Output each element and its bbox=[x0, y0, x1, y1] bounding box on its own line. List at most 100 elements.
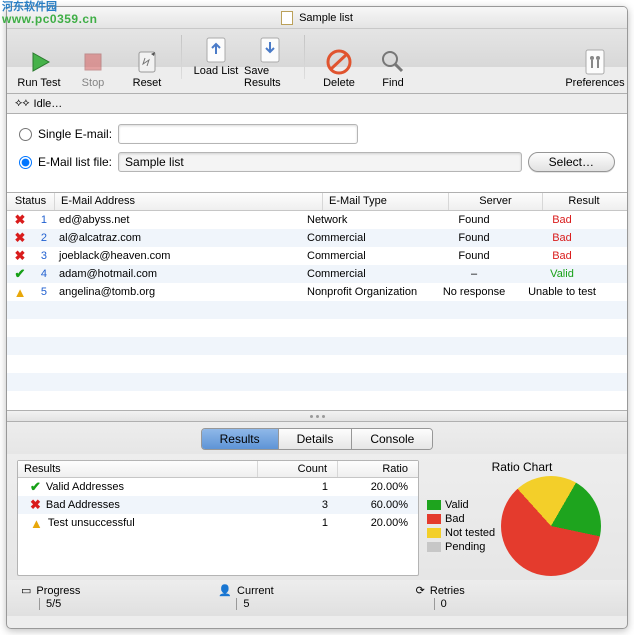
x-icon: ✖ bbox=[15, 248, 26, 263]
pie-chart bbox=[501, 476, 601, 576]
tabs-row: Results Details Console bbox=[7, 422, 627, 454]
row-number: 3 bbox=[33, 249, 53, 263]
reset-icon bbox=[132, 47, 162, 77]
rcol-count[interactable]: Count bbox=[258, 461, 338, 477]
document-icon bbox=[281, 11, 293, 25]
x-icon: ✖ bbox=[30, 497, 41, 513]
table-row[interactable]: ✔ 4 adam@hotmail.com Commercial – Valid bbox=[7, 265, 627, 283]
upload-icon bbox=[201, 35, 231, 65]
col-result[interactable]: Result bbox=[543, 193, 625, 210]
x-icon: ✖ bbox=[15, 212, 26, 227]
col-server[interactable]: Server bbox=[449, 193, 543, 210]
row-result: Unable to test bbox=[521, 285, 603, 299]
single-email-input[interactable] bbox=[118, 124, 358, 144]
preferences-button[interactable]: Preferences bbox=[569, 45, 621, 91]
splitter-handle[interactable] bbox=[7, 411, 627, 422]
warning-icon: ▲ bbox=[30, 516, 43, 531]
row-number: 2 bbox=[33, 231, 53, 245]
search-icon bbox=[378, 47, 408, 77]
row-number: 5 bbox=[33, 285, 53, 299]
table-body: ✖ 1 ed@abyss.net Network Found Bad ✖ 2 a… bbox=[7, 211, 627, 409]
save-results-button[interactable]: Save Results bbox=[244, 33, 296, 91]
select-file-button[interactable]: Select… bbox=[528, 152, 615, 172]
progress-icon: ▭ bbox=[21, 584, 31, 597]
current-value: 5 bbox=[236, 598, 415, 610]
email-table: Status E-Mail Address E-Mail Type Server… bbox=[7, 193, 627, 411]
legend-item: Pending bbox=[427, 541, 495, 553]
summary-row[interactable]: ▲Test unsuccessful 1 20.00% bbox=[18, 514, 418, 532]
progress-metric: ▭Progress 5/5 bbox=[21, 584, 218, 610]
table-row-empty bbox=[7, 301, 627, 319]
row-email: angelina@tomb.org bbox=[53, 285, 301, 299]
row-number: 4 bbox=[33, 267, 53, 281]
person-icon: 👤 bbox=[218, 584, 232, 597]
table-row-empty bbox=[7, 319, 627, 337]
run-test-button[interactable]: Run Test bbox=[13, 45, 65, 91]
bottom-pane: Results Count Ratio ✔Valid Addresses 1 2… bbox=[7, 454, 627, 580]
row-type: Commercial bbox=[301, 231, 427, 245]
row-result: Valid bbox=[521, 267, 603, 281]
row-email: ed@abyss.net bbox=[53, 213, 301, 227]
table-row[interactable]: ✖ 3 joeblack@heaven.com Commercial Found… bbox=[7, 247, 627, 265]
summary-row[interactable]: ✔Valid Addresses 1 20.00% bbox=[18, 478, 418, 496]
reset-button[interactable]: Reset bbox=[121, 45, 173, 91]
row-email: adam@hotmail.com bbox=[53, 267, 301, 281]
progress-value: 5/5 bbox=[39, 598, 218, 610]
tab-console[interactable]: Console bbox=[352, 429, 432, 449]
find-button[interactable]: Find bbox=[367, 45, 419, 91]
load-list-button[interactable]: Load List bbox=[190, 33, 242, 91]
window-title: Sample list bbox=[299, 12, 353, 24]
row-type: Commercial bbox=[301, 267, 427, 281]
col-email[interactable]: E-Mail Address bbox=[55, 193, 323, 210]
delete-button[interactable]: Delete bbox=[313, 45, 365, 91]
row-result: Bad bbox=[521, 249, 603, 263]
row-result: Bad bbox=[521, 231, 603, 245]
table-row-empty bbox=[7, 373, 627, 391]
file-list-label: E-Mail list file: bbox=[38, 155, 112, 169]
refresh-icon: ⟳ bbox=[416, 584, 425, 597]
row-type: Nonprofit Organization bbox=[301, 285, 427, 299]
switches-icon bbox=[580, 47, 610, 77]
row-email: joeblack@heaven.com bbox=[53, 249, 301, 263]
legend-item: Not tested bbox=[427, 527, 495, 539]
check-icon: ✔ bbox=[15, 266, 26, 281]
x-icon: ✖ bbox=[15, 230, 26, 245]
app-window: Sample list Run Test Stop Reset Load Lis… bbox=[6, 6, 628, 629]
ratio-chart-pane: Ratio Chart ValidBadNot testedPending bbox=[427, 460, 617, 576]
warning-icon: ▲ bbox=[14, 285, 27, 300]
single-email-label: Single E-mail: bbox=[38, 127, 112, 141]
table-row-empty bbox=[7, 355, 627, 373]
tab-results[interactable]: Results bbox=[202, 429, 279, 449]
file-list-input[interactable] bbox=[118, 152, 522, 172]
toolbar: Run Test Stop Reset Load List Save Resul… bbox=[7, 29, 627, 94]
titlebar[interactable]: Sample list bbox=[7, 7, 627, 29]
col-status[interactable]: Status bbox=[7, 193, 55, 210]
row-server: No response bbox=[427, 285, 521, 299]
results-summary-table: Results Count Ratio ✔Valid Addresses 1 2… bbox=[17, 460, 419, 576]
col-type[interactable]: E-Mail Type bbox=[323, 193, 449, 210]
table-row[interactable]: ✖ 2 al@alcatraz.com Commercial Found Bad bbox=[7, 229, 627, 247]
single-email-radio[interactable] bbox=[19, 128, 32, 141]
summary-row[interactable]: ✖Bad Addresses 3 60.00% bbox=[18, 496, 418, 514]
table-row[interactable]: ✖ 1 ed@abyss.net Network Found Bad bbox=[7, 211, 627, 229]
watermark-overlay: 河东软件园 www.pc0359.cn bbox=[2, 2, 97, 25]
status-bar: ⟡⟡ Idle… bbox=[7, 94, 627, 114]
current-metric: 👤Current 5 bbox=[218, 584, 415, 610]
retries-value: 0 bbox=[434, 598, 613, 610]
rcol-ratio[interactable]: Ratio bbox=[338, 461, 418, 477]
tab-details[interactable]: Details bbox=[279, 429, 353, 449]
stop-button: Stop bbox=[67, 45, 119, 91]
table-header-row: Status E-Mail Address E-Mail Type Server… bbox=[7, 193, 627, 211]
table-row-empty bbox=[7, 391, 627, 409]
rcol-results[interactable]: Results bbox=[18, 461, 258, 477]
signal-icon: ⟡⟡ bbox=[15, 97, 30, 110]
download-icon bbox=[255, 35, 285, 65]
row-email: al@alcatraz.com bbox=[53, 231, 301, 245]
no-entry-icon bbox=[324, 47, 354, 77]
row-number: 1 bbox=[33, 213, 53, 227]
table-row[interactable]: ▲ 5 angelina@tomb.org Nonprofit Organiza… bbox=[7, 283, 627, 301]
row-type: Network bbox=[301, 213, 427, 227]
legend-item: Bad bbox=[427, 513, 495, 525]
file-list-radio[interactable] bbox=[19, 156, 32, 169]
row-server: Found bbox=[427, 231, 521, 245]
